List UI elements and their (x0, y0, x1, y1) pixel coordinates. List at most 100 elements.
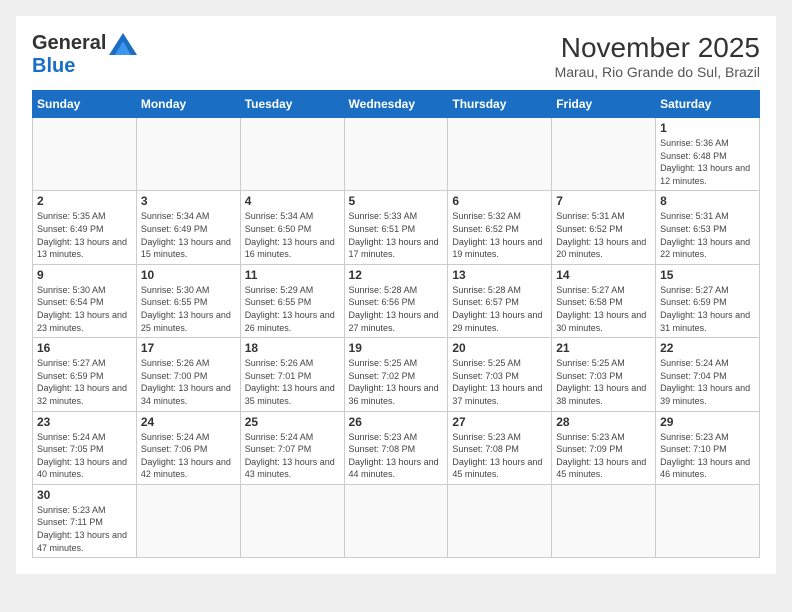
logo-text: General (32, 32, 137, 55)
weekday-header: Monday (136, 91, 240, 118)
day-info: Sunrise: 5:31 AMSunset: 6:52 PMDaylight:… (556, 210, 651, 260)
calendar-day-cell: 15 Sunrise: 5:27 AMSunset: 6:59 PMDayligh… (656, 264, 760, 337)
logo: General Blue (32, 32, 137, 78)
day-info: Sunrise: 5:27 AMSunset: 6:59 PMDaylight:… (660, 284, 755, 334)
calendar-week-row: 1 Sunrise: 5:36 AMSunset: 6:48 PMDaylight… (33, 118, 760, 191)
day-number: 19 (349, 341, 444, 355)
weekday-header: Saturday (656, 91, 760, 118)
day-info: Sunrise: 5:25 AMSunset: 7:03 PMDaylight:… (452, 357, 547, 407)
day-info: Sunrise: 5:28 AMSunset: 6:56 PMDaylight:… (349, 284, 444, 334)
calendar-day-cell (136, 118, 240, 191)
calendar-week-row: 30 Sunrise: 5:23 AMSunset: 7:11 PMDayligh… (33, 484, 760, 557)
page: General Blue November 2025 Marau, Rio Gr… (16, 16, 776, 574)
day-info: Sunrise: 5:30 AMSunset: 6:54 PMDaylight:… (37, 284, 132, 334)
calendar-day-cell (344, 118, 448, 191)
day-info: Sunrise: 5:23 AMSunset: 7:08 PMDaylight:… (452, 431, 547, 481)
day-number: 11 (245, 268, 340, 282)
day-number: 7 (556, 194, 651, 208)
weekday-header: Thursday (448, 91, 552, 118)
day-info: Sunrise: 5:23 AMSunset: 7:11 PMDaylight:… (37, 504, 132, 554)
weekday-header: Friday (552, 91, 656, 118)
day-info: Sunrise: 5:25 AMSunset: 7:02 PMDaylight:… (349, 357, 444, 407)
day-number: 9 (37, 268, 132, 282)
day-info: Sunrise: 5:27 AMSunset: 6:58 PMDaylight:… (556, 284, 651, 334)
calendar-day-cell (240, 118, 344, 191)
day-info: Sunrise: 5:33 AMSunset: 6:51 PMDaylight:… (349, 210, 444, 260)
calendar-day-cell: 4Sunrise: 5:34 AMSunset: 6:50 PMDaylight… (240, 191, 344, 264)
day-number: 8 (660, 194, 755, 208)
calendar-week-row: 16 Sunrise: 5:27 AMSunset: 6:59 PMDayligh… (33, 338, 760, 411)
weekday-header: Sunday (33, 91, 137, 118)
calendar-day-cell: 20 Sunrise: 5:25 AMSunset: 7:03 PMDayligh… (448, 338, 552, 411)
calendar-day-cell (448, 484, 552, 557)
calendar-day-cell (656, 484, 760, 557)
day-number: 22 (660, 341, 755, 355)
day-info: Sunrise: 5:24 AMSunset: 7:04 PMDaylight:… (660, 357, 755, 407)
day-number: 10 (141, 268, 236, 282)
calendar-day-cell (33, 118, 137, 191)
day-number: 12 (349, 268, 444, 282)
calendar-week-row: 2Sunrise: 5:35 AMSunset: 6:49 PMDaylight… (33, 191, 760, 264)
calendar-day-cell (344, 484, 448, 557)
day-number: 16 (37, 341, 132, 355)
calendar-day-cell: 17 Sunrise: 5:26 AMSunset: 7:00 PMDayligh… (136, 338, 240, 411)
calendar-day-cell: 30 Sunrise: 5:23 AMSunset: 7:11 PMDayligh… (33, 484, 137, 557)
calendar-day-cell (448, 118, 552, 191)
day-number: 30 (37, 488, 132, 502)
day-number: 23 (37, 415, 132, 429)
month-title: November 2025 (555, 32, 760, 64)
calendar-day-cell: 1 Sunrise: 5:36 AMSunset: 6:48 PMDaylight… (656, 118, 760, 191)
calendar-day-cell: 9 Sunrise: 5:30 AMSunset: 6:54 PMDaylight… (33, 264, 137, 337)
day-number: 5 (349, 194, 444, 208)
day-info: Sunrise: 5:27 AMSunset: 6:59 PMDaylight:… (37, 357, 132, 407)
day-number: 15 (660, 268, 755, 282)
calendar-day-cell: 11 Sunrise: 5:29 AMSunset: 6:55 PMDayligh… (240, 264, 344, 337)
logo-blue: Blue (32, 55, 75, 78)
day-info: Sunrise: 5:34 AMSunset: 6:50 PMDaylight:… (245, 210, 340, 260)
day-number: 18 (245, 341, 340, 355)
calendar-day-cell: 23 Sunrise: 5:24 AMSunset: 7:05 PMDayligh… (33, 411, 137, 484)
weekday-header-row: SundayMondayTuesdayWednesdayThursdayFrid… (33, 91, 760, 118)
calendar-day-cell: 2Sunrise: 5:35 AMSunset: 6:49 PMDaylight… (33, 191, 137, 264)
day-info: Sunrise: 5:26 AMSunset: 7:00 PMDaylight:… (141, 357, 236, 407)
logo-icon (109, 33, 137, 55)
calendar-day-cell: 5 Sunrise: 5:33 AMSunset: 6:51 PMDaylight… (344, 191, 448, 264)
day-info: Sunrise: 5:35 AMSunset: 6:49 PMDaylight:… (37, 210, 132, 260)
calendar-day-cell: 12 Sunrise: 5:28 AMSunset: 6:56 PMDayligh… (344, 264, 448, 337)
calendar-day-cell: 19 Sunrise: 5:25 AMSunset: 7:02 PMDayligh… (344, 338, 448, 411)
calendar-day-cell (552, 118, 656, 191)
calendar-day-cell (240, 484, 344, 557)
day-number: 25 (245, 415, 340, 429)
day-info: Sunrise: 5:29 AMSunset: 6:55 PMDaylight:… (245, 284, 340, 334)
day-info: Sunrise: 5:30 AMSunset: 6:55 PMDaylight:… (141, 284, 236, 334)
calendar-day-cell: 8Sunrise: 5:31 AMSunset: 6:53 PMDaylight… (656, 191, 760, 264)
calendar: SundayMondayTuesdayWednesdayThursdayFrid… (32, 90, 760, 558)
day-number: 1 (660, 121, 755, 135)
calendar-day-cell: 16 Sunrise: 5:27 AMSunset: 6:59 PMDayligh… (33, 338, 137, 411)
day-number: 21 (556, 341, 651, 355)
day-info: Sunrise: 5:25 AMSunset: 7:03 PMDaylight:… (556, 357, 651, 407)
calendar-day-cell (552, 484, 656, 557)
day-info: Sunrise: 5:24 AMSunset: 7:05 PMDaylight:… (37, 431, 132, 481)
day-number: 24 (141, 415, 236, 429)
day-number: 17 (141, 341, 236, 355)
calendar-day-cell: 10 Sunrise: 5:30 AMSunset: 6:55 PMDayligh… (136, 264, 240, 337)
day-info: Sunrise: 5:23 AMSunset: 7:10 PMDaylight:… (660, 431, 755, 481)
day-info: Sunrise: 5:23 AMSunset: 7:09 PMDaylight:… (556, 431, 651, 481)
day-info: Sunrise: 5:26 AMSunset: 7:01 PMDaylight:… (245, 357, 340, 407)
calendar-day-cell: 18 Sunrise: 5:26 AMSunset: 7:01 PMDayligh… (240, 338, 344, 411)
day-info: Sunrise: 5:24 AMSunset: 7:06 PMDaylight:… (141, 431, 236, 481)
day-info: Sunrise: 5:34 AMSunset: 6:49 PMDaylight:… (141, 210, 236, 260)
calendar-day-cell: 7 Sunrise: 5:31 AMSunset: 6:52 PMDaylight… (552, 191, 656, 264)
weekday-header: Wednesday (344, 91, 448, 118)
day-info: Sunrise: 5:36 AMSunset: 6:48 PMDaylight:… (660, 137, 755, 187)
header: General Blue November 2025 Marau, Rio Gr… (32, 32, 760, 80)
calendar-day-cell: 6Sunrise: 5:32 AMSunset: 6:52 PMDaylight… (448, 191, 552, 264)
weekday-header: Tuesday (240, 91, 344, 118)
calendar-day-cell: 21 Sunrise: 5:25 AMSunset: 7:03 PMDayligh… (552, 338, 656, 411)
day-number: 27 (452, 415, 547, 429)
title-area: November 2025 Marau, Rio Grande do Sul, … (555, 32, 760, 80)
day-number: 13 (452, 268, 547, 282)
day-number: 20 (452, 341, 547, 355)
day-number: 29 (660, 415, 755, 429)
